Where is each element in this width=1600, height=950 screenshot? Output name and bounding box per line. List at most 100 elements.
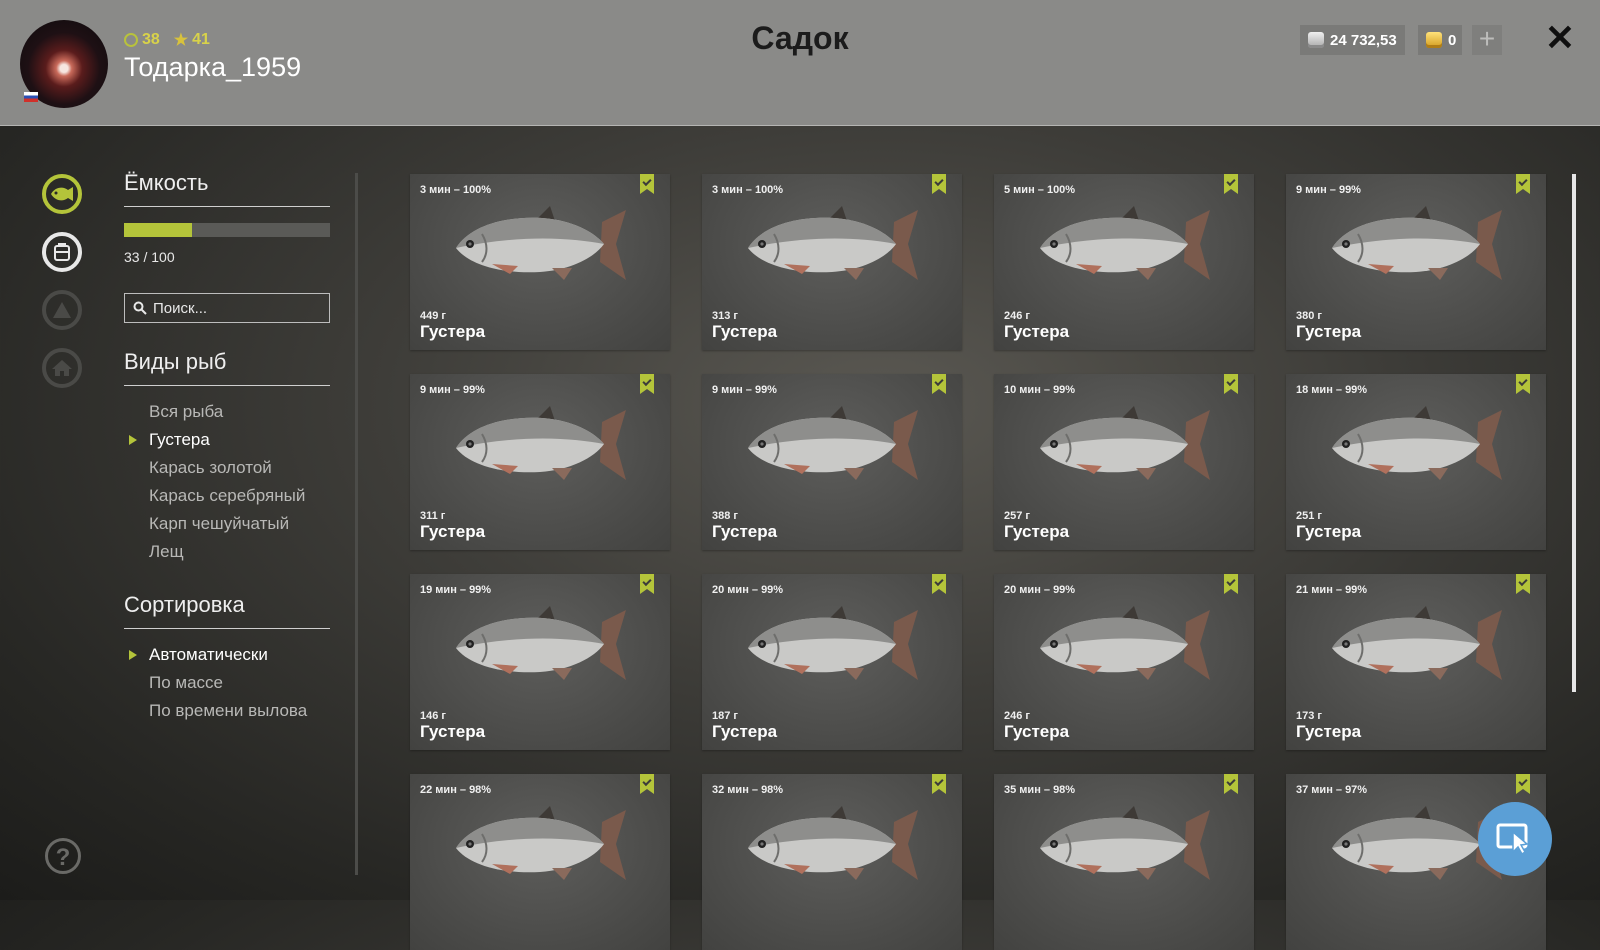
catch-time-freshness: 3 мин – 100% <box>420 184 492 196</box>
fish-image <box>1332 406 1502 480</box>
russia-flag-icon <box>24 92 38 102</box>
fish-image <box>1332 206 1502 280</box>
catch-time-freshness: 21 мин – 99% <box>1296 584 1368 596</box>
catch-time-freshness: 9 мин – 99% <box>712 384 777 396</box>
fish-image <box>1040 206 1210 280</box>
fish-grid: 3 мин – 100% 449 г Густера 3 мин – 100% … <box>410 174 1548 950</box>
fish-card[interactable]: 3 мин – 100% 313 г Густера <box>702 174 962 350</box>
bookmark-check-icon[interactable] <box>932 374 946 394</box>
species-filter-item[interactable]: Вся рыба <box>124 398 330 426</box>
fish-name: Густера <box>1296 522 1362 541</box>
keepnet-fish-tab-icon[interactable] <box>42 174 82 214</box>
bookmark-check-icon[interactable] <box>640 374 654 394</box>
sort-option-item[interactable]: По массе <box>124 669 330 697</box>
catch-time-freshness: 35 мин – 98% <box>1004 784 1076 796</box>
fish-card[interactable]: 20 мин – 99% 187 г Густера <box>702 574 962 750</box>
fish-card[interactable]: 10 мин – 99% 257 г Густера <box>994 374 1254 550</box>
fish-weight: 173 г <box>1296 710 1322 722</box>
bookmark-check-icon[interactable] <box>1516 374 1530 394</box>
bookmark-check-icon[interactable] <box>1516 174 1530 194</box>
fish-image <box>748 806 918 880</box>
bookmark-check-icon[interactable] <box>932 774 946 794</box>
bookmark-check-icon[interactable] <box>932 174 946 194</box>
fish-card[interactable]: 9 мин – 99% 380 г Густера <box>1286 174 1546 350</box>
fish-name: Густера <box>1004 522 1070 541</box>
inventory-tab-icon[interactable] <box>42 232 82 272</box>
bookmark-check-icon[interactable] <box>1224 774 1238 794</box>
catch-time-freshness: 10 мин – 99% <box>1004 384 1076 396</box>
search-placeholder: Поиск... <box>153 299 208 317</box>
fish-card[interactable]: 21 мин – 99% 173 г Густера <box>1286 574 1546 750</box>
fish-image <box>1040 606 1210 680</box>
fish-card[interactable]: 5 мин – 100% 246 г Густера <box>994 174 1254 350</box>
fish-weight: 146 г <box>420 710 446 722</box>
fish-card[interactable]: 9 мин – 99% 388 г Густера <box>702 374 962 550</box>
bookmark-check-icon[interactable] <box>640 174 654 194</box>
fish-weight: 388 г <box>712 510 738 522</box>
species-filter-item[interactable]: Лещ <box>124 538 330 566</box>
search-input[interactable]: Поиск... <box>124 293 330 323</box>
bookmark-check-icon[interactable] <box>1516 574 1530 594</box>
silver-balance: 24 732,53 <box>1300 25 1405 55</box>
fish-image <box>1040 406 1210 480</box>
fish-image <box>456 606 626 680</box>
catch-time-freshness: 9 мин – 99% <box>1296 184 1361 196</box>
fish-weight: 251 г <box>1296 510 1322 522</box>
catch-time-freshness: 20 мин – 99% <box>1004 584 1076 596</box>
bookmark-check-icon[interactable] <box>640 774 654 794</box>
fish-name: Густера <box>420 322 486 341</box>
fish-image <box>456 806 626 880</box>
top-bar: 38 ★ 41 Тодарка_1959 Садок 24 732,53 0 +… <box>0 0 1600 126</box>
fish-weight: 449 г <box>420 310 446 322</box>
bookmark-check-icon[interactable] <box>932 574 946 594</box>
sort-option-item[interactable]: Автоматически <box>124 641 330 669</box>
catch-time-freshness: 3 мин – 100% <box>712 184 784 196</box>
fish-image <box>748 606 918 680</box>
tent-tab-icon[interactable] <box>42 290 82 330</box>
fish-card[interactable]: 3 мин – 100% 449 г Густера <box>410 174 670 350</box>
cursor-window-icon <box>1496 823 1529 856</box>
fish-weight: 257 г <box>1004 510 1030 522</box>
capacity-text: 33 / 100 <box>124 249 175 265</box>
fish-card[interactable]: 9 мин – 99% 311 г Густера <box>410 374 670 550</box>
fish-card[interactable]: 20 мин – 99% 246 г Густера <box>994 574 1254 750</box>
catch-time-freshness: 9 мин – 99% <box>420 384 485 396</box>
species-filter-item[interactable]: Густера <box>124 426 330 454</box>
species-filter-item[interactable]: Карп чешуйчатый <box>124 510 330 538</box>
search-icon <box>133 301 147 315</box>
silver-coins-icon <box>1308 32 1324 48</box>
fish-weight: 246 г <box>1004 310 1030 322</box>
sort-option-item[interactable]: По времени вылова <box>124 697 330 725</box>
cursor-mode-button[interactable] <box>1478 802 1552 876</box>
fish-weight: 311 г <box>420 510 446 522</box>
fish-card[interactable]: 35 мин – 98% <box>994 774 1254 950</box>
fish-image <box>456 406 626 480</box>
bookmark-check-icon[interactable] <box>1224 374 1238 394</box>
bookmark-check-icon[interactable] <box>1224 174 1238 194</box>
fish-card[interactable]: 22 мин – 98% <box>410 774 670 950</box>
species-filter-item[interactable]: Карась золотой <box>124 454 330 482</box>
catch-time-freshness: 19 мин – 99% <box>420 584 492 596</box>
fish-name: Густера <box>1004 322 1070 341</box>
gold-value: 0 <box>1448 31 1457 49</box>
species-filter-item[interactable]: Карась серебряный <box>124 482 330 510</box>
fish-weight: 246 г <box>1004 710 1030 722</box>
fish-name: Густера <box>420 522 486 541</box>
fish-card[interactable]: 18 мин – 99% 251 г Густера <box>1286 374 1546 550</box>
fish-card[interactable]: 19 мин – 99% 146 г Густера <box>410 574 670 750</box>
fish-weight: 313 г <box>712 310 738 322</box>
add-gold-button[interactable]: + <box>1472 25 1502 55</box>
bookmark-check-icon[interactable] <box>640 574 654 594</box>
fish-name: Густера <box>420 722 486 741</box>
fish-name: Густера <box>712 722 778 741</box>
bookmark-check-icon[interactable] <box>1516 774 1530 794</box>
sorting-title: Сортировка <box>124 592 330 629</box>
fish-card[interactable]: 32 мин – 98% <box>702 774 962 950</box>
help-icon[interactable]: ? <box>45 838 81 874</box>
fish-image <box>1040 806 1210 880</box>
close-button[interactable]: ✕ <box>1544 20 1576 56</box>
bookmark-check-icon[interactable] <box>1224 574 1238 594</box>
home-tab-icon[interactable] <box>42 348 82 388</box>
grid-scrollbar[interactable] <box>1572 174 1576 692</box>
catch-time-freshness: 5 мин – 100% <box>1004 184 1076 196</box>
